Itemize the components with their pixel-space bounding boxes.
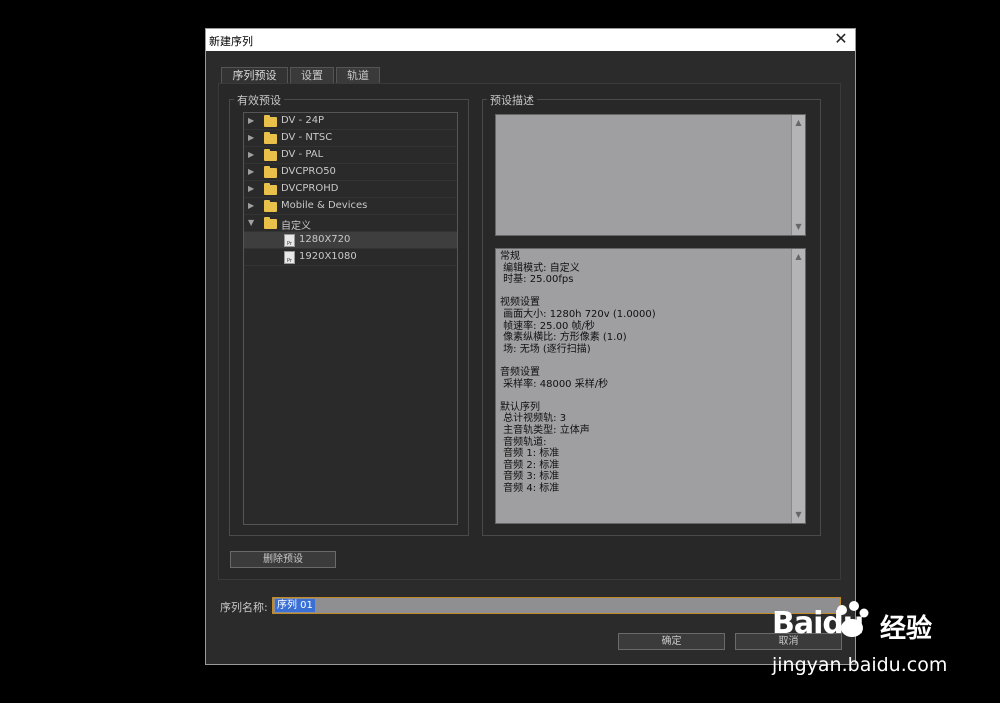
scroll-up-icon[interactable]: ▲ (792, 117, 805, 129)
preset-description-label: 预设描述 (487, 92, 537, 108)
expand-arrow-icon[interactable]: ▶ (248, 167, 256, 177)
folder-icon (264, 132, 277, 144)
tree-row-label: 自定义 (281, 221, 311, 232)
sequence-name-value: 序列 01 (275, 599, 315, 612)
tree-row-label: DVCPRO50 (281, 166, 336, 177)
tree-row-dv-24p[interactable]: ▶ DV - 24P (244, 113, 457, 130)
scrollbar[interactable]: ▲ ▼ (791, 115, 805, 235)
folder-icon (264, 115, 277, 127)
folder-icon (264, 149, 277, 161)
tree-row-label: DVCPROHD (281, 183, 339, 194)
tree-row-1920x1080[interactable]: Pr 1920X1080 (244, 249, 457, 266)
tree-row-custom[interactable]: ▼ 自定义 (244, 215, 457, 232)
tree-row-dvcpro50[interactable]: ▶ DVCPRO50 (244, 164, 457, 181)
tree-row-label: DV - PAL (281, 149, 324, 160)
expand-arrow-icon[interactable]: ▶ (248, 133, 256, 143)
folder-icon (264, 166, 277, 178)
folder-icon (264, 183, 277, 195)
preset-tree[interactable]: ▶ DV - 24P ▶ DV - NTSC ▶ DV - PAL ▶ DVCP… (243, 112, 458, 525)
title-bar[interactable]: 新建序列 ✕ (206, 29, 855, 51)
delete-preset-button[interactable]: 删除预设 (230, 551, 336, 568)
scroll-down-icon[interactable]: ▼ (792, 221, 805, 233)
baidu-jingyan-watermark: Baidu 经验 jingyan.baidu.com (772, 596, 1000, 686)
scroll-up-icon[interactable]: ▲ (792, 251, 805, 263)
collapse-arrow-icon[interactable]: ▼ (248, 218, 256, 228)
tree-row-dv-pal[interactable]: ▶ DV - PAL (244, 147, 457, 164)
expand-arrow-icon[interactable]: ▶ (248, 150, 256, 160)
preset-details-text: 常规 编辑模式: 自定义 时基: 25.00fps 视频设置 画面大小: 128… (500, 251, 656, 494)
tree-row-label: 1920X1080 (299, 251, 357, 262)
preset-details-box[interactable]: 常规 编辑模式: 自定义 时基: 25.00fps 视频设置 画面大小: 128… (495, 248, 806, 524)
tree-row-dv-ntsc[interactable]: ▶ DV - NTSC (244, 130, 457, 147)
sequence-name-label: 序列名称: (220, 601, 268, 614)
tree-row-dvcprohd[interactable]: ▶ DVCPROHD (244, 181, 457, 198)
new-sequence-dialog: 新建序列 ✕ 序列预设 设置 轨道 有效预设 ▶ DV - 24P ▶ DV -… (205, 28, 856, 665)
expand-arrow-icon[interactable]: ▶ (248, 116, 256, 126)
sequence-name-input[interactable]: 序列 01 (272, 597, 841, 614)
tree-row-label: DV - 24P (281, 115, 325, 126)
tree-row-1280x720[interactable]: Pr 1280X720 (244, 232, 457, 249)
dialog-title: 新建序列 (209, 35, 253, 48)
ok-button[interactable]: 确定 (618, 633, 725, 650)
close-icon[interactable]: ✕ (833, 30, 849, 48)
folder-icon (264, 217, 277, 229)
available-presets-label: 有效预设 (234, 92, 284, 108)
scroll-down-icon[interactable]: ▼ (792, 509, 805, 521)
folder-icon (264, 200, 277, 212)
tab-settings[interactable]: 设置 (290, 67, 334, 84)
watermark-url: jingyan.baidu.com (772, 654, 948, 676)
expand-arrow-icon[interactable]: ▶ (248, 184, 256, 194)
tree-row-label: Mobile & Devices (281, 200, 368, 211)
premiere-file-icon: Pr (284, 251, 295, 264)
preset-description-box[interactable]: ▲ ▼ (495, 114, 806, 236)
baidu-paw-icon (837, 601, 869, 637)
tab-sequence-presets[interactable]: 序列预设 (221, 67, 288, 84)
premiere-file-icon: Pr (284, 234, 295, 247)
tree-row-label: 1280X720 (299, 234, 351, 245)
tree-row-mobile-devices[interactable]: ▶ Mobile & Devices (244, 198, 457, 215)
watermark-product: 经验 (880, 614, 933, 644)
tab-tracks[interactable]: 轨道 (336, 67, 380, 84)
scrollbar[interactable]: ▲ ▼ (791, 249, 805, 523)
tree-row-label: DV - NTSC (281, 132, 333, 143)
expand-arrow-icon[interactable]: ▶ (248, 201, 256, 211)
